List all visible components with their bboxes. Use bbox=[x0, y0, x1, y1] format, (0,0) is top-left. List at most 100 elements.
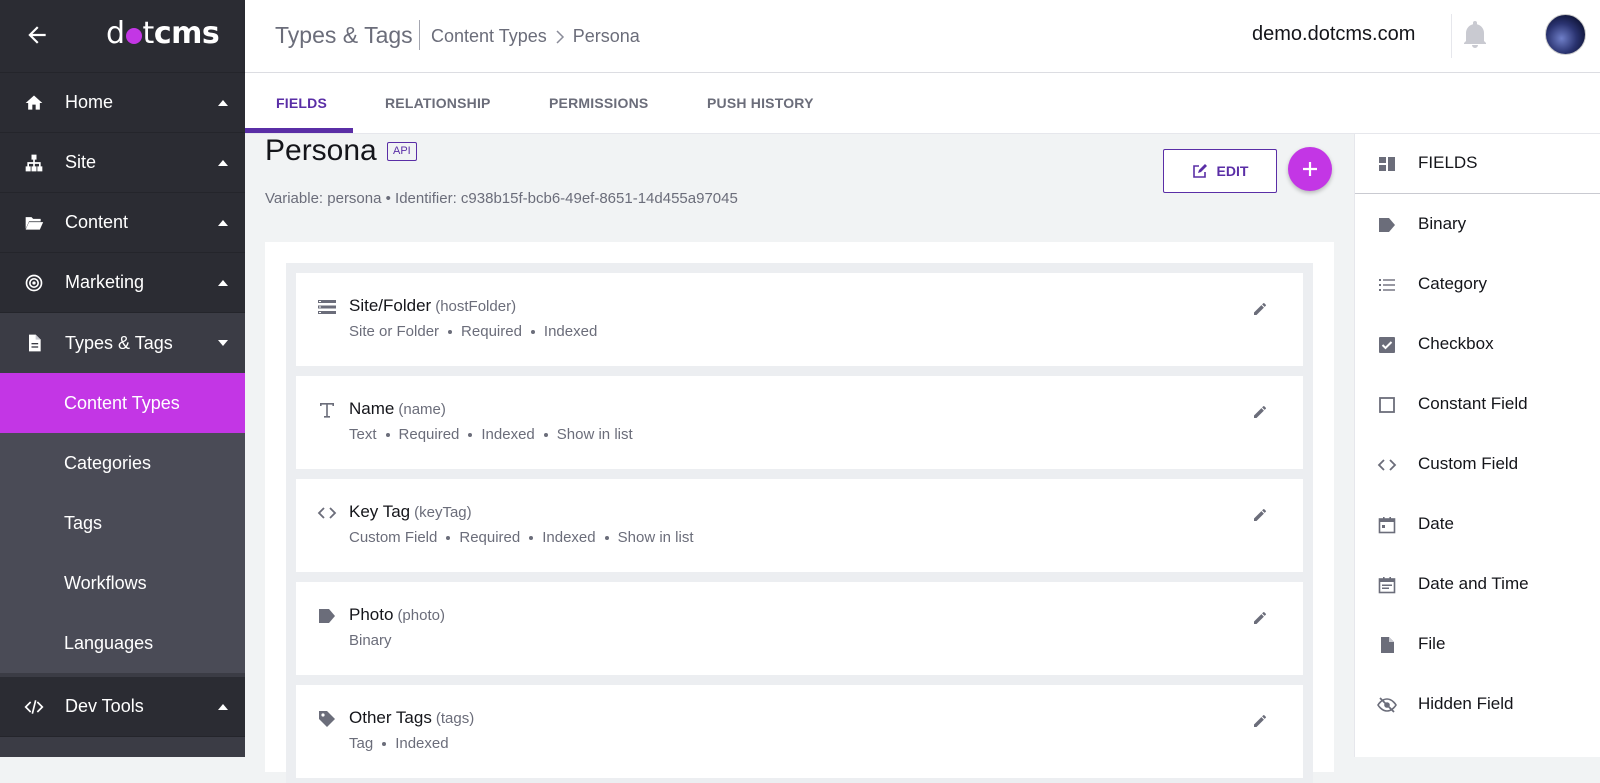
title-divider bbox=[419, 20, 420, 50]
home-icon bbox=[25, 95, 43, 110]
edit-button[interactable]: EDIT bbox=[1163, 149, 1277, 193]
field-properties: Binary bbox=[349, 632, 392, 649]
active-tab-indicator bbox=[245, 128, 353, 133]
palette-item-label: Checkbox bbox=[1418, 334, 1494, 353]
caret-up-icon bbox=[218, 159, 228, 166]
calendar-icon bbox=[1378, 517, 1396, 534]
sidebar-item-content[interactable]: Content bbox=[0, 193, 245, 253]
pencil-icon[interactable] bbox=[1252, 507, 1268, 523]
palette-item-file[interactable]: File bbox=[1355, 615, 1600, 675]
file-icon bbox=[1381, 637, 1394, 653]
field-name: Other Tags (tags) bbox=[349, 708, 475, 727]
sidebar-header: d tcms bbox=[0, 0, 245, 73]
palette-item-label: Date and Time bbox=[1418, 574, 1529, 593]
field-name: Name (name) bbox=[349, 399, 446, 418]
tab-fields[interactable]: FIELDS bbox=[276, 95, 327, 111]
field-properties: Custom Field Required Indexed Show in list bbox=[349, 529, 694, 546]
checkbox-checked-icon bbox=[1379, 337, 1395, 353]
field-variable: (keyTag) bbox=[414, 504, 472, 521]
field-variable: (hostFolder) bbox=[435, 298, 517, 315]
edit-square-icon bbox=[1192, 164, 1207, 178]
field-name: Site/Folder (hostFolder) bbox=[349, 296, 517, 315]
checkbox-blank-icon bbox=[1379, 397, 1395, 413]
sidebar-item-dev-tools[interactable]: Dev Tools bbox=[0, 677, 245, 737]
field-name: Key Tag (keyTag) bbox=[349, 502, 472, 521]
sidebar-item-label: Marketing bbox=[65, 272, 145, 292]
field-row[interactable]: Other Tags (tags) Tag Indexed bbox=[296, 685, 1303, 778]
pencil-icon[interactable] bbox=[1252, 713, 1268, 729]
code-icon bbox=[1377, 459, 1397, 471]
label-icon bbox=[1379, 218, 1395, 232]
palette-item-date-and-time[interactable]: Date and Time bbox=[1355, 555, 1600, 615]
avatar[interactable] bbox=[1545, 14, 1586, 55]
palette-item-label: Hidden Field bbox=[1418, 694, 1514, 713]
list-icon bbox=[318, 300, 336, 314]
calendar-text-icon bbox=[1378, 577, 1396, 594]
content-type-name: Persona bbox=[265, 134, 377, 167]
field-row[interactable]: Photo (photo) Binary bbox=[296, 582, 1303, 675]
field-variable: (name) bbox=[398, 401, 446, 418]
pencil-icon[interactable] bbox=[1252, 404, 1268, 420]
palette-item-checkbox[interactable]: Checkbox bbox=[1355, 315, 1600, 375]
sidebar-subitem-tags[interactable]: Tags bbox=[0, 493, 245, 553]
site-selector[interactable]: demo.dotcms.com bbox=[1252, 23, 1415, 46]
palette-item-binary[interactable]: Binary bbox=[1355, 195, 1600, 255]
caret-up-icon bbox=[218, 279, 228, 286]
pencil-icon[interactable] bbox=[1252, 610, 1268, 626]
edit-button-label: EDIT bbox=[1216, 163, 1249, 179]
api-badge[interactable]: API bbox=[387, 142, 417, 161]
sidebar-item-marketing[interactable]: Marketing bbox=[0, 253, 245, 313]
palette-header: FIELDS bbox=[1355, 134, 1600, 194]
document-icon bbox=[29, 334, 41, 352]
palette-item-label: Date bbox=[1418, 514, 1454, 533]
sitemap-icon bbox=[25, 154, 43, 171]
dashboard-icon bbox=[1379, 157, 1395, 171]
sidebar-item-label: Site bbox=[65, 152, 97, 172]
palette-item-label: Binary bbox=[1418, 214, 1467, 233]
sidebar-item-home[interactable]: Home bbox=[0, 73, 245, 133]
field-properties: Text Required Indexed Show in list bbox=[349, 426, 633, 443]
content-type-meta: Variable: persona • Identifier: c938b15f… bbox=[265, 190, 738, 207]
palette-item-hidden-field[interactable]: Hidden Field bbox=[1355, 675, 1600, 735]
field-name: Photo (photo) bbox=[349, 605, 445, 624]
page-title: Types & Tags bbox=[275, 22, 413, 48]
field-variable: (tags) bbox=[435, 710, 475, 727]
main-content: Persona API Variable: persona • Identifi… bbox=[245, 134, 1354, 783]
sidebar-subitem-content-types[interactable]: Content Types bbox=[0, 373, 245, 433]
tab-relationship[interactable]: RELATIONSHIP bbox=[385, 95, 491, 111]
field-row[interactable]: Site/Folder (hostFolder) Site or Folder Re… bbox=[296, 273, 1303, 366]
dotcms-logo[interactable]: d tcms bbox=[106, 14, 220, 54]
sidebar-item-site[interactable]: Site bbox=[0, 133, 245, 193]
tab-push-history[interactable]: PUSH HISTORY bbox=[707, 95, 814, 111]
palette-item-constant-field[interactable]: Constant Field bbox=[1355, 375, 1600, 435]
top-header: Types & Tags Content Types Persona demo.… bbox=[245, 0, 1600, 73]
palette-item-custom-field[interactable]: Custom Field bbox=[1355, 435, 1600, 495]
palette-item-category[interactable]: Category bbox=[1355, 255, 1600, 315]
sidebar-item-types-tags[interactable]: Types & Tags bbox=[0, 313, 245, 373]
breadcrumb-content-types[interactable]: Content Types bbox=[431, 26, 547, 47]
sidebar-item-label: Content bbox=[65, 212, 129, 232]
palette-title: FIELDS bbox=[1418, 153, 1478, 172]
tag-icon bbox=[319, 711, 335, 727]
field-row[interactable]: Name (name) Text Required Indexed Show in li… bbox=[296, 376, 1303, 469]
add-field-button[interactable] bbox=[1288, 147, 1332, 191]
bell-icon[interactable] bbox=[1463, 21, 1487, 49]
palette-item-label: Category bbox=[1418, 274, 1487, 293]
sidebar-subitem-workflows[interactable]: Workflows bbox=[0, 553, 245, 613]
folder-open-icon bbox=[25, 216, 44, 230]
pencil-icon[interactable] bbox=[1252, 301, 1268, 317]
tab-permissions[interactable]: PERMISSIONS bbox=[549, 95, 648, 111]
code-icon bbox=[317, 507, 337, 519]
palette-item-date[interactable]: Date bbox=[1355, 495, 1600, 555]
text-icon bbox=[320, 403, 334, 418]
palette-item-label: Constant Field bbox=[1418, 394, 1528, 413]
sidebar-subitem-categories[interactable]: Categories bbox=[0, 433, 245, 493]
header-divider bbox=[1451, 14, 1452, 58]
caret-up-icon bbox=[218, 219, 228, 226]
target-icon bbox=[25, 274, 43, 291]
arrow-back-icon[interactable] bbox=[24, 22, 50, 48]
field-row[interactable]: Key Tag (keyTag) Custom Field Required Inde… bbox=[296, 479, 1303, 572]
caret-down-icon bbox=[218, 340, 228, 346]
sidebar-subitem-languages[interactable]: Languages bbox=[0, 613, 245, 673]
caret-up-icon bbox=[218, 703, 228, 710]
